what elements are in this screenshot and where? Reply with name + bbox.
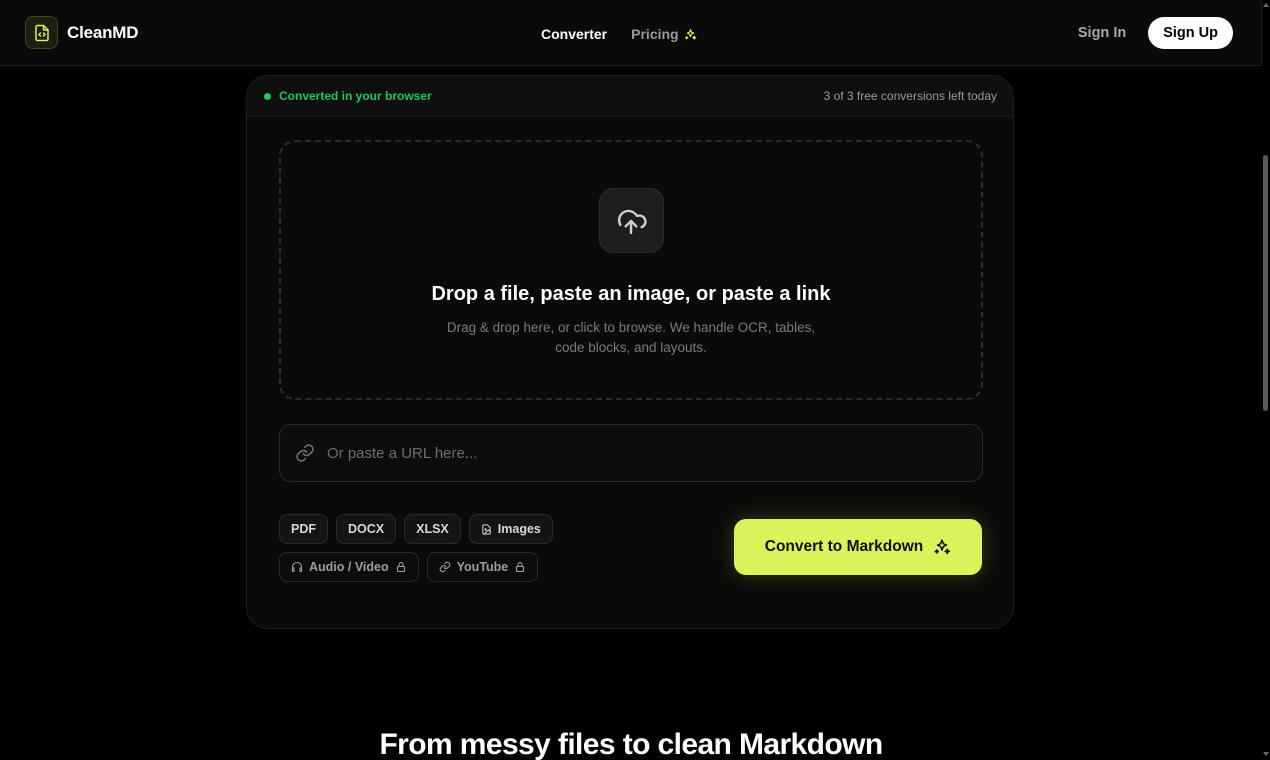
section-heading: From messy files to clean Markdown [379, 728, 883, 760]
status-dot-icon [264, 92, 271, 100]
format-chips: PDF DOCX XLSX Images Audio / Video YouTu… [279, 514, 569, 590]
chip-images[interactable]: Images [468, 514, 553, 544]
converter-card: Converted in your browser 3 of 3 free co… [246, 75, 1014, 629]
link-icon [296, 444, 314, 462]
scrollbar-thumb[interactable] [1263, 155, 1268, 411]
chip-images-label: Images [497, 522, 541, 536]
brand-name: CleanMD [67, 22, 139, 42]
scroll-up-arrow-icon[interactable] [1263, 3, 1269, 7]
scroll-down-arrow-icon[interactable] [1263, 752, 1269, 756]
chip-docx[interactable]: DOCX [336, 514, 397, 544]
top-nav: CleanMD Converter Pricing Sign In Sign U… [0, 0, 1262, 66]
upload-cloud-icon [598, 188, 664, 253]
chip-youtube[interactable]: YouTube [426, 552, 539, 582]
chip-pdf[interactable]: PDF [279, 514, 328, 544]
dropzone-title: Drop a file, paste an image, or paste a … [431, 283, 831, 305]
sign-in-link[interactable]: Sign In [1078, 25, 1126, 41]
status-indicator: Converted in your browser [264, 89, 432, 103]
brand[interactable]: CleanMD [25, 16, 139, 49]
logo-icon [25, 16, 58, 49]
main-nav: Converter Pricing [541, 26, 697, 42]
sign-up-button[interactable]: Sign Up [1148, 17, 1233, 49]
chip-xlsx[interactable]: XLSX [404, 514, 461, 544]
status-text: Converted in your browser [279, 89, 432, 103]
quota-text: 3 of 3 free conversions left today [823, 89, 997, 103]
url-input[interactable] [327, 444, 947, 462]
convert-button[interactable]: Convert to Markdown [734, 519, 982, 575]
nav-pricing[interactable]: Pricing [631, 26, 696, 42]
nav-pricing-label: Pricing [631, 26, 679, 42]
dropzone-subtitle: Drag & drop here, or click to browse. We… [446, 320, 816, 355]
sparkles-icon [934, 539, 951, 555]
page: CleanMD Converter Pricing Sign In Sign U… [0, 0, 1270, 760]
chip-youtube-label: YouTube [456, 560, 509, 574]
link-icon [439, 561, 450, 573]
image-file-icon [482, 523, 491, 535]
auth-actions: Sign In Sign Up [1078, 17, 1233, 49]
lock-icon [396, 561, 405, 573]
chip-audio-video[interactable]: Audio / Video [279, 552, 419, 582]
format-chip-row: PDF DOCX XLSX Images [279, 514, 569, 544]
url-field [279, 424, 983, 482]
chip-audio-video-label: Audio / Video [309, 560, 389, 574]
sparkles-icon [684, 28, 696, 40]
file-dropzone[interactable]: Drop a file, paste an image, or paste a … [279, 140, 983, 400]
nav-converter[interactable]: Converter [541, 26, 607, 42]
converter-card-header: Converted in your browser 3 of 3 free co… [247, 76, 1013, 117]
locked-chip-row: Audio / Video YouTube [279, 552, 569, 582]
convert-button-label: Convert to Markdown [764, 538, 924, 555]
lock-icon [516, 561, 525, 573]
headphones-icon [291, 561, 303, 573]
